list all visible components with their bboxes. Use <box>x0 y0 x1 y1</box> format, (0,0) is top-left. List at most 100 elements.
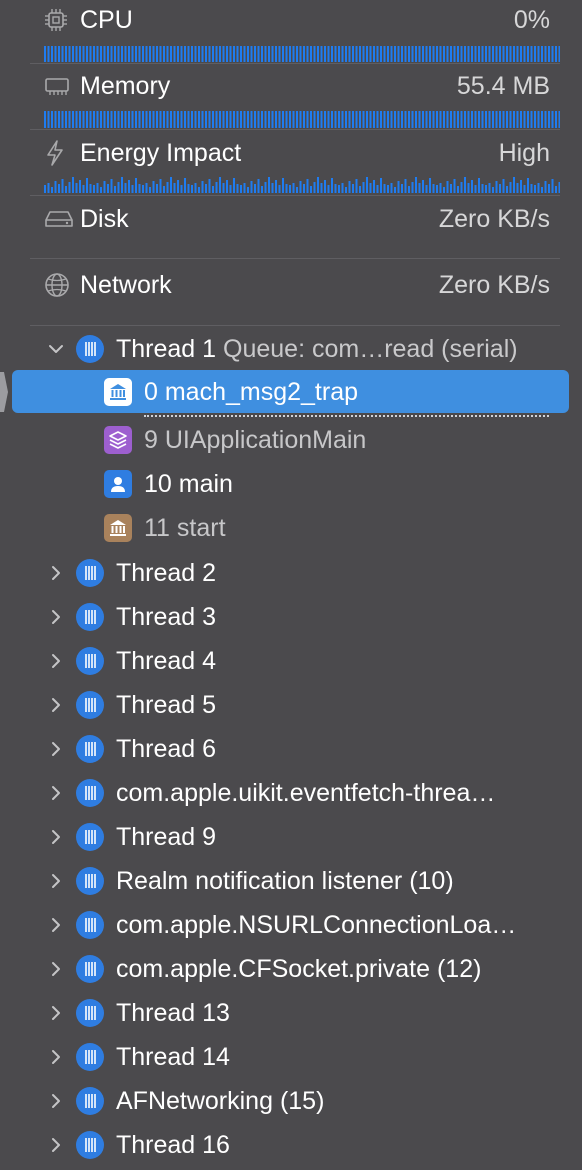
graph-bar <box>44 111 46 128</box>
chevron-right-icon[interactable] <box>48 785 64 801</box>
graph-bar <box>401 46 403 62</box>
thread-label: AFNetworking (15) <box>116 1086 325 1115</box>
graph-bar <box>180 111 183 128</box>
chevron-right-icon[interactable] <box>48 741 64 757</box>
graph-bar <box>471 180 473 193</box>
memory-value: 55.4 MB <box>456 71 550 100</box>
thread-row[interactable]: Thread 16 <box>0 1123 582 1167</box>
chevron-right-icon[interactable] <box>48 961 64 977</box>
thread-row[interactable]: Thread 5 <box>0 683 582 727</box>
stack-frame-row[interactable]: 10 main <box>0 462 582 506</box>
thread-row[interactable]: Thread 9 <box>0 815 582 859</box>
graph-bar <box>499 46 501 62</box>
graph-bar <box>215 46 218 62</box>
graph-bar <box>86 178 88 193</box>
thread-row[interactable]: Thread 14 <box>0 1035 582 1079</box>
framework-stack-icon <box>104 426 132 454</box>
thread-row[interactable]: Realm notification listener (10) <box>0 859 582 903</box>
chevron-down-icon[interactable] <box>48 341 64 357</box>
graph-bar <box>163 186 165 193</box>
graph-bar <box>131 185 134 193</box>
graph-bar <box>240 185 242 193</box>
graph-bar <box>376 185 379 193</box>
thread-row[interactable]: com.apple.uikit.eventfetch-threa… <box>0 771 582 815</box>
graph-bar <box>289 46 291 62</box>
thread-row[interactable]: com.apple.CFSocket.private (12) <box>0 947 582 991</box>
graph-bar <box>541 46 543 62</box>
graph-bar <box>79 111 81 128</box>
graph-bar <box>68 111 71 128</box>
thread-row[interactable]: Thread 2 <box>0 551 582 595</box>
thread-row[interactable]: Thread 13 <box>0 991 582 1035</box>
chevron-right-icon[interactable] <box>48 1005 64 1021</box>
graph-bar <box>254 46 256 62</box>
disk-gauge[interactable]: Disk Zero KB/s <box>44 199 560 239</box>
graph-bar <box>523 46 526 62</box>
chevron-right-icon[interactable] <box>48 1137 64 1153</box>
chevron-right-icon[interactable] <box>48 917 64 933</box>
chevron-right-icon[interactable] <box>48 653 64 669</box>
graph-bar <box>54 111 57 128</box>
graph-bar <box>457 111 459 128</box>
chevron-right-icon[interactable] <box>48 873 64 889</box>
chevron-right-icon[interactable] <box>48 697 64 713</box>
graph-bar <box>317 177 319 193</box>
thread-row[interactable]: Thread 1 Queue: com…read (serial) <box>0 327 582 371</box>
thread-row[interactable]: Thread 4 <box>0 639 582 683</box>
graph-bar <box>331 178 333 193</box>
graph-bar <box>422 111 424 128</box>
graph-bar <box>145 183 148 193</box>
network-gauge[interactable]: Network Zero KB/s <box>44 265 560 305</box>
chevron-right-icon[interactable] <box>48 1093 64 1109</box>
stack-frame-row[interactable]: 11 start <box>0 506 582 550</box>
graph-bar <box>86 111 88 128</box>
cpu-gauge[interactable]: CPU 0% <box>44 0 560 62</box>
graph-bar <box>114 46 116 62</box>
graph-bar <box>320 183 323 193</box>
graph-bar <box>408 111 410 128</box>
graph-bar <box>327 111 330 128</box>
graph-bar <box>250 181 253 193</box>
graph-bar <box>296 187 298 193</box>
graph-bar <box>401 184 403 193</box>
graph-bar <box>219 111 221 128</box>
memory-gauge[interactable]: Memory 55.4 MB <box>44 66 560 128</box>
thread-icon <box>76 911 104 939</box>
thread-label: Thread 1 Queue: com…read (serial) <box>116 335 518 364</box>
thread-icon <box>76 647 104 675</box>
graph-bar <box>184 178 186 193</box>
graph-bar <box>397 181 400 193</box>
chevron-right-icon[interactable] <box>48 1049 64 1065</box>
graph-bar <box>117 46 120 62</box>
graph-bar <box>159 179 162 193</box>
thread-row[interactable]: Thread 3 <box>0 595 582 639</box>
graph-bar <box>513 177 515 193</box>
graph-bar <box>47 183 50 193</box>
graph-bar <box>373 111 375 128</box>
thread-row[interactable]: com.apple.NSURLConnectionLoa… <box>0 903 582 947</box>
graph-bar <box>481 111 484 128</box>
chevron-right-icon[interactable] <box>48 829 64 845</box>
chevron-right-icon[interactable] <box>48 609 64 625</box>
graph-bar <box>502 46 505 62</box>
energy-gauge[interactable]: Energy Impact High <box>44 133 560 193</box>
graph-bar <box>240 111 242 128</box>
graph-bar <box>345 111 347 128</box>
graph-bar <box>362 46 365 62</box>
chevron-right-icon[interactable] <box>48 565 64 581</box>
graph-bar <box>229 46 232 62</box>
thread-row[interactable]: AFNetworking (15) <box>0 1079 582 1123</box>
graph-bar <box>149 111 151 128</box>
graph-bar <box>485 185 487 193</box>
thread-row[interactable]: Thread 6 <box>0 727 582 771</box>
graph-bar <box>492 46 494 62</box>
stack-frame-row[interactable]: 9 UIApplicationMain <box>0 418 582 462</box>
graph-bar <box>555 111 557 128</box>
graph-bar <box>198 187 200 193</box>
graph-bar <box>65 46 67 62</box>
graph-bar <box>320 46 323 62</box>
graph-bar <box>537 111 540 128</box>
graph-bar <box>411 182 414 193</box>
stack-frame-row[interactable]: 0 mach_msg2_trap <box>0 370 582 414</box>
graph-bar <box>317 46 319 62</box>
